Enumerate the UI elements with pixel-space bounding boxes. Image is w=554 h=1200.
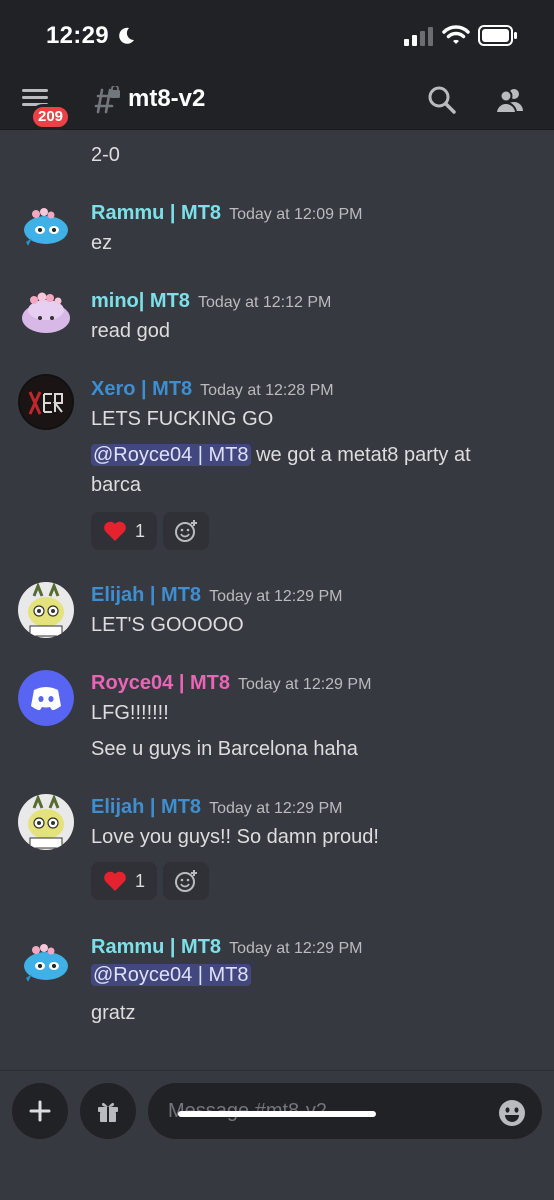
status-time: 12:29 bbox=[46, 22, 109, 49]
search-icon[interactable] bbox=[426, 84, 458, 116]
reaction-count: 1 bbox=[135, 871, 146, 891]
message-text: ez bbox=[91, 232, 113, 254]
author-name[interactable]: Rammu | MT8 bbox=[91, 202, 221, 224]
message-header: Elijah | MT8 Today at 12:29 PM bbox=[91, 796, 342, 819]
locked-channel-icon bbox=[94, 86, 120, 114]
emoji-icon[interactable] bbox=[498, 1099, 526, 1127]
channel-header: 209 mt8-v2 bbox=[0, 72, 554, 130]
author-name[interactable]: Royce04 | MT8 bbox=[91, 672, 230, 694]
message-timestamp: Today at 12:29 PM bbox=[209, 800, 343, 817]
message-composer bbox=[0, 1070, 554, 1200]
message-text: LET'S GOOOOO bbox=[91, 614, 244, 636]
message-header: Rammu | MT8 Today at 12:09 PM bbox=[91, 202, 362, 225]
gift-icon bbox=[98, 1102, 118, 1122]
heart-icon bbox=[104, 871, 126, 891]
author-name[interactable]: mino| MT8 bbox=[91, 290, 190, 312]
author-name[interactable]: Elijah | MT8 bbox=[91, 796, 201, 818]
message-text: 2-0 bbox=[91, 144, 120, 166]
message-header: Elijah | MT8 Today at 12:29 PM bbox=[91, 584, 342, 607]
plus-icon bbox=[29, 1100, 51, 1122]
message-timestamp: Today at 12:29 PM bbox=[229, 940, 363, 957]
message-text: @Royce04 | MT8 bbox=[91, 964, 251, 987]
message-list[interactable]: 2-0 Rammu | MT8 Today at 12:09 PM ez mino… bbox=[0, 130, 554, 1070]
moon-icon bbox=[119, 27, 134, 44]
message-text: gratz bbox=[91, 1002, 136, 1024]
notification-badge: 209 bbox=[30, 104, 72, 130]
add-reaction-button[interactable] bbox=[163, 512, 209, 550]
menu-button[interactable]: 209 bbox=[22, 84, 74, 130]
heart-icon bbox=[104, 521, 126, 541]
channel-name: mt8-v2 bbox=[128, 85, 206, 112]
message-text: Love you guys!! So damn proud! bbox=[91, 826, 379, 848]
avatar[interactable] bbox=[18, 284, 74, 340]
message-header: Royce04 | MT8 Today at 12:29 PM bbox=[91, 672, 371, 695]
message-timestamp: Today at 12:29 PM bbox=[209, 588, 343, 605]
avatar[interactable] bbox=[18, 374, 74, 430]
message-text: barca bbox=[91, 474, 142, 496]
status-bar: 12:29 bbox=[0, 0, 554, 72]
add-reaction-icon bbox=[175, 520, 197, 542]
message-text: LETS FUCKING GO bbox=[91, 408, 274, 430]
add-reaction-icon bbox=[175, 870, 197, 892]
gift-button[interactable] bbox=[80, 1083, 136, 1139]
message-header: mino| MT8 Today at 12:12 PM bbox=[91, 290, 331, 313]
message-text: read god bbox=[91, 320, 170, 342]
signal-icon bbox=[404, 27, 433, 46]
message-text: @Royce04 | MT8 we got a metat8 party at bbox=[91, 444, 471, 466]
message-timestamp: Today at 12:29 PM bbox=[237, 676, 372, 693]
message-timestamp: Today at 12:28 PM bbox=[200, 382, 334, 399]
message-header: Xero | MT8 Today at 12:28 PM bbox=[91, 378, 334, 401]
message-timestamp: Today at 12:09 PM bbox=[229, 206, 363, 223]
battery-icon bbox=[478, 25, 517, 46]
author-name[interactable]: Rammu | MT8 bbox=[91, 936, 221, 958]
wifi-icon bbox=[442, 25, 470, 44]
message-header: Rammu | MT8 Today at 12:29 PM bbox=[91, 936, 362, 959]
avatar[interactable] bbox=[18, 582, 74, 638]
message-timestamp: Today at 12:12 PM bbox=[197, 294, 332, 311]
message-text: See u guys in Barcelona haha bbox=[91, 738, 358, 760]
attach-button[interactable] bbox=[12, 1083, 68, 1139]
avatar[interactable] bbox=[18, 670, 74, 726]
author-name[interactable]: Elijah | MT8 bbox=[91, 584, 201, 606]
avatar[interactable] bbox=[18, 196, 74, 252]
author-name[interactable]: Xero | MT8 bbox=[91, 378, 192, 400]
user-mention[interactable]: @Royce04 | MT8 bbox=[91, 964, 251, 986]
reaction-heart[interactable]: 1 bbox=[91, 512, 157, 550]
home-indicator bbox=[178, 1111, 376, 1117]
add-reaction-button[interactable] bbox=[163, 862, 209, 900]
message-text: LFG!!!!!!! bbox=[91, 702, 169, 724]
user-mention[interactable]: @Royce04 | MT8 bbox=[91, 444, 251, 466]
reaction-count: 1 bbox=[135, 521, 146, 541]
members-icon[interactable] bbox=[494, 84, 526, 116]
reaction-heart[interactable]: 1 bbox=[91, 862, 157, 900]
avatar[interactable] bbox=[18, 794, 74, 850]
avatar[interactable] bbox=[18, 932, 74, 988]
